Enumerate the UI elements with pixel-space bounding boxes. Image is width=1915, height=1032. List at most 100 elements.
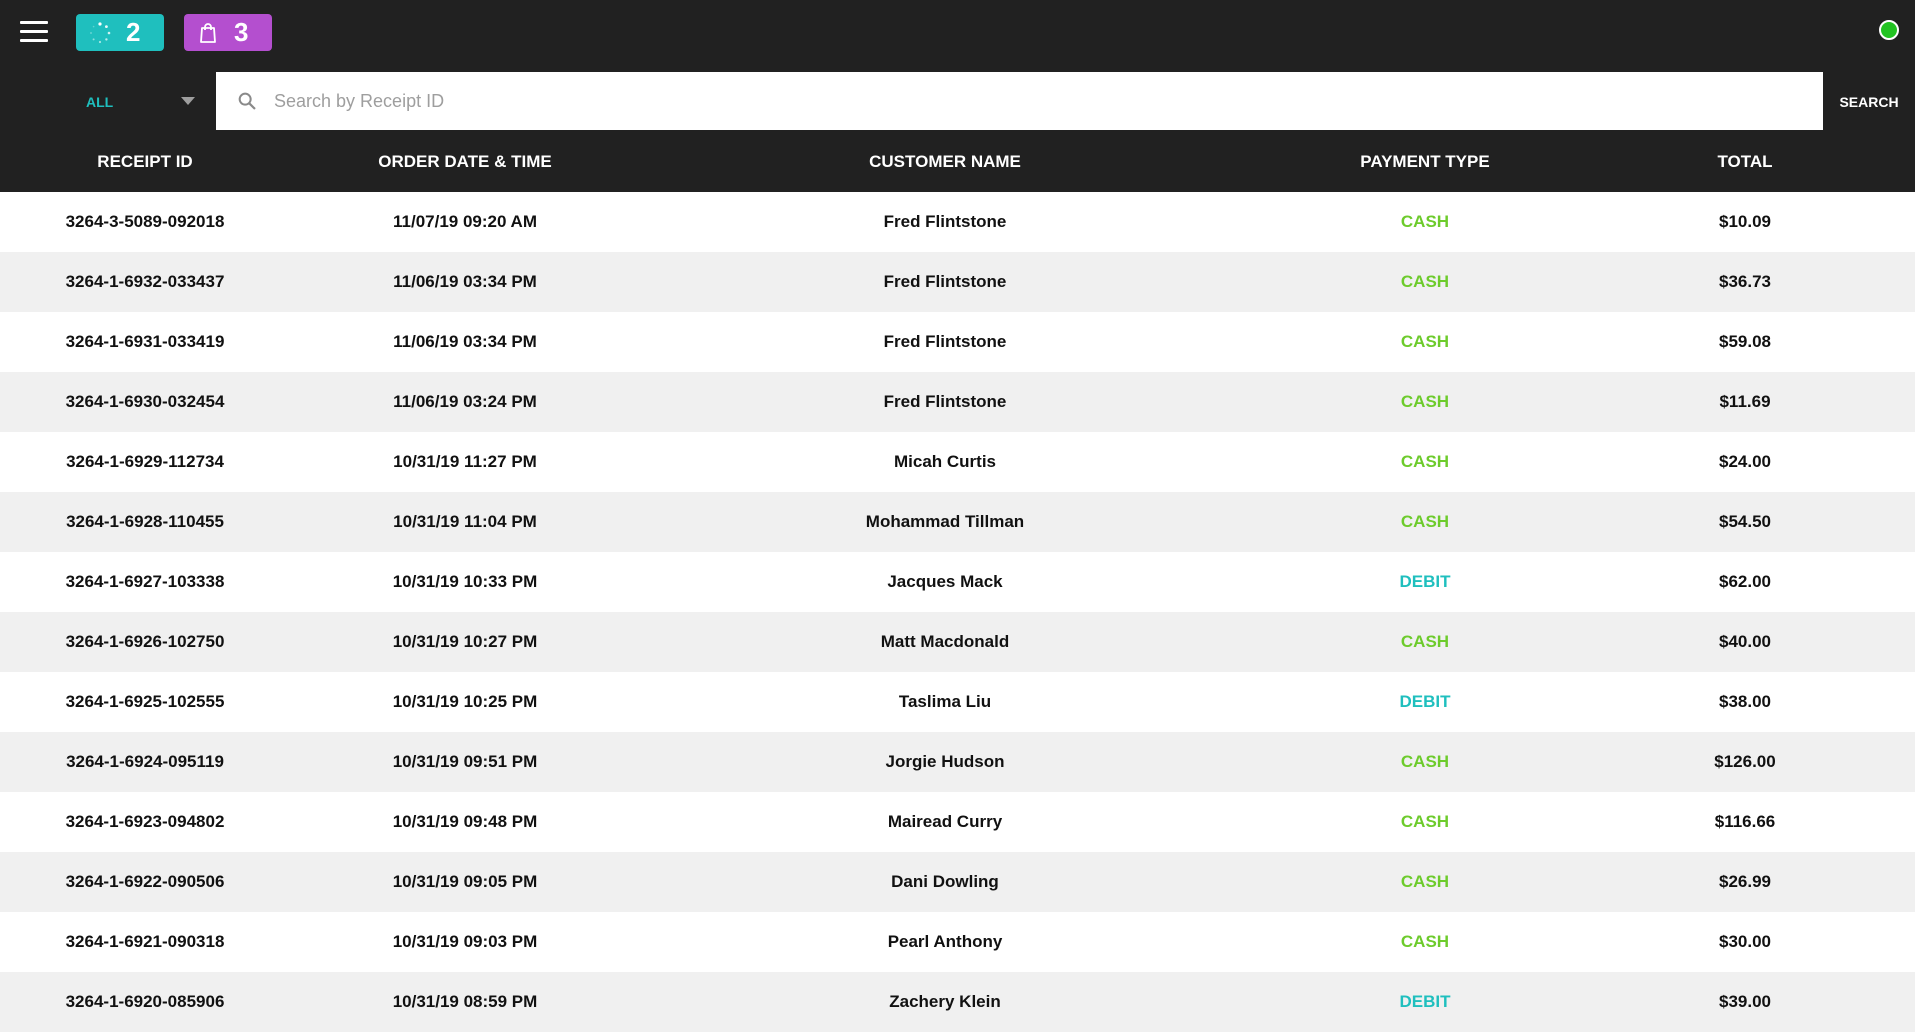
- customer-name-cell: Fred Flintstone: [883, 212, 1007, 231]
- receipt-id-cell: 3264-1-6929-112734: [66, 452, 224, 471]
- order-datetime-cell: 10/31/19 11:04 PM: [393, 512, 537, 531]
- payment-type-cell: CASH: [1400, 752, 1450, 771]
- customer-name-cell: Fred Flintstone: [883, 332, 1007, 351]
- receipt-id-cell: 3264-1-6923-094802: [65, 812, 225, 831]
- total-cell: $36.73: [1719, 272, 1771, 291]
- order-datetime-cell: 10/31/19 08:59 PM: [392, 992, 538, 1011]
- receipt-id-cell: 3264-1-6931-033419: [65, 332, 225, 351]
- receipt-id-cell: 3264-1-6920-085906: [65, 992, 225, 1011]
- table-row[interactable]: 3264-1-6930-032454 11/06/19 03:24 PM Fred …: [0, 372, 1915, 432]
- search-bar: ALL SEARCH: [0, 72, 1915, 132]
- payment-type-cell: CASH: [1400, 932, 1450, 951]
- payment-type-cell: DEBIT: [1399, 992, 1451, 1011]
- search-icon: [238, 92, 256, 110]
- shopping-bag-icon: [200, 22, 216, 43]
- table-row[interactable]: 3264-1-6928-110455 10/31/19 11:04 PM Moham…: [0, 492, 1915, 552]
- filter-dropdown[interactable]: ALL: [86, 72, 206, 132]
- column-header-customer-name[interactable]: CUSTOMER NAME: [640, 152, 1250, 172]
- payment-type-cell: CASH: [1400, 512, 1450, 531]
- table-row[interactable]: 3264-3-5089-092018 11/07/19 09:20 AM Fred …: [0, 192, 1915, 252]
- total-cell: $126.00: [1714, 752, 1776, 771]
- total-cell: $116.66: [1714, 812, 1776, 831]
- table-row[interactable]: 3264-1-6929-112734 10/31/19 11:27 PM Micah…: [0, 432, 1915, 492]
- payment-type-cell: CASH: [1400, 872, 1450, 891]
- table-row[interactable]: 3264-1-6920-085906 10/31/19 08:59 PM Zache…: [0, 972, 1915, 1032]
- customer-name-cell: Fred Flintstone: [883, 392, 1007, 411]
- order-datetime-cell: 10/31/19 09:05 PM: [392, 872, 538, 891]
- pending-orders-badge[interactable]: 2: [76, 14, 164, 51]
- customer-name-cell: Zachery Klein: [889, 992, 1001, 1011]
- search-input[interactable]: [272, 89, 1776, 113]
- order-datetime-cell: 10/31/19 10:27 PM: [392, 632, 538, 651]
- total-cell: $26.99: [1719, 872, 1771, 891]
- pending-orders-count: 2: [126, 17, 141, 47]
- total-cell: $54.50: [1719, 512, 1771, 531]
- customer-name-cell: Dani Dowling: [891, 872, 999, 891]
- table-row[interactable]: 3264-1-6921-090318 10/31/19 09:03 PM Pearl…: [0, 912, 1915, 972]
- total-cell: $59.08: [1719, 332, 1771, 351]
- total-cell: $62.00: [1719, 572, 1771, 591]
- order-datetime-cell: 10/31/19 11:27 PM: [393, 452, 537, 471]
- order-datetime-cell: 10/31/19 10:25 PM: [392, 692, 538, 711]
- column-header-payment-type[interactable]: PAYMENT TYPE: [1250, 152, 1600, 172]
- total-cell: $30.00: [1719, 932, 1771, 951]
- total-cell: $11.69: [1719, 392, 1771, 411]
- order-datetime-cell: 10/31/19 09:03 PM: [392, 932, 538, 951]
- total-cell: $10.09: [1719, 212, 1771, 231]
- receipt-id-cell: 3264-1-6921-090318: [65, 932, 225, 951]
- column-header-receipt-id[interactable]: RECEIPT ID: [0, 152, 290, 172]
- filter-selected-value: ALL: [86, 94, 114, 110]
- receipt-id-cell: 3264-1-6930-032454: [65, 392, 225, 411]
- table-row[interactable]: 3264-1-6923-094802 10/31/19 09:48 PM Maire…: [0, 792, 1915, 852]
- chevron-down-icon: [181, 97, 195, 105]
- order-datetime-cell: 11/06/19 03:34 PM: [393, 332, 537, 351]
- bag-orders-count: 3: [234, 17, 249, 47]
- customer-name-cell: Fred Flintstone: [883, 272, 1007, 291]
- total-cell: $39.00: [1719, 992, 1771, 1011]
- receipt-id-cell: 3264-1-6925-102555: [65, 692, 225, 711]
- customer-name-cell: Pearl Anthony: [887, 932, 1003, 951]
- payment-type-cell: CASH: [1400, 212, 1450, 231]
- column-header-total[interactable]: TOTAL: [1600, 152, 1890, 172]
- bag-orders-badge[interactable]: 3: [184, 14, 272, 51]
- table-row[interactable]: 3264-1-6926-102750 10/31/19 10:27 PM Matt …: [0, 612, 1915, 672]
- customer-name-cell: Mairead Curry: [887, 812, 1003, 831]
- table-row[interactable]: 3264-1-6924-095119 10/31/19 09:51 PM Jorgi…: [0, 732, 1915, 792]
- order-datetime-cell: 11/06/19 03:34 PM: [393, 272, 537, 291]
- payment-type-cell: DEBIT: [1399, 572, 1451, 591]
- payment-type-cell: CASH: [1400, 272, 1450, 291]
- total-cell: $40.00: [1719, 632, 1771, 651]
- payment-type-cell: CASH: [1400, 452, 1450, 471]
- table-row[interactable]: 3264-1-6931-033419 11/06/19 03:34 PM Fred …: [0, 312, 1915, 372]
- top-bar: 2 3: [0, 0, 1915, 72]
- table-row[interactable]: 3264-1-6927-103338 10/31/19 10:33 PM Jacqu…: [0, 552, 1915, 612]
- receipts-table-body: 3264-3-5089-092018 11/07/19 09:20 AM Fred …: [0, 192, 1915, 1032]
- table-row[interactable]: 3264-1-6922-090506 10/31/19 09:05 PM Dani …: [0, 852, 1915, 912]
- payment-type-cell: DEBIT: [1399, 692, 1451, 711]
- table-header: RECEIPT ID ORDER DATE & TIME CUSTOMER NA…: [0, 132, 1915, 192]
- receipt-id-cell: 3264-1-6928-110455: [66, 512, 224, 531]
- receipt-id-cell: 3264-1-6924-095119: [66, 752, 224, 771]
- search-button[interactable]: SEARCH: [1823, 72, 1915, 132]
- table-row[interactable]: 3264-1-6925-102555 10/31/19 10:25 PM Tasli…: [0, 672, 1915, 732]
- column-header-order-date[interactable]: ORDER DATE & TIME: [290, 152, 640, 172]
- customer-name-cell: Matt Macdonald: [880, 632, 1010, 651]
- payment-type-cell: CASH: [1400, 632, 1450, 651]
- receipt-id-cell: 3264-1-6932-033437: [65, 272, 225, 291]
- total-cell: $24.00: [1719, 452, 1771, 471]
- loading-spinner-icon: [90, 21, 111, 43]
- customer-name-cell: Taslima Liu: [898, 692, 992, 711]
- order-datetime-cell: 10/31/19 10:33 PM: [392, 572, 538, 591]
- customer-name-cell: Jorgie Hudson: [885, 752, 1005, 771]
- payment-type-cell: CASH: [1400, 332, 1450, 351]
- table-row[interactable]: 3264-1-6932-033437 11/06/19 03:34 PM Fred …: [0, 252, 1915, 312]
- order-datetime-cell: 10/31/19 09:48 PM: [392, 812, 538, 831]
- search-box: [216, 72, 1823, 130]
- receipt-id-cell: 3264-1-6922-090506: [65, 872, 225, 891]
- receipt-id-cell: 3264-1-6927-103338: [65, 572, 225, 591]
- customer-name-cell: Mohammad Tillman: [865, 512, 1025, 531]
- customer-name-cell: Jacques Mack: [887, 572, 1003, 591]
- menu-icon[interactable]: [20, 21, 48, 43]
- total-cell: $38.00: [1719, 692, 1771, 711]
- receipt-id-cell: 3264-1-6926-102750: [65, 632, 225, 651]
